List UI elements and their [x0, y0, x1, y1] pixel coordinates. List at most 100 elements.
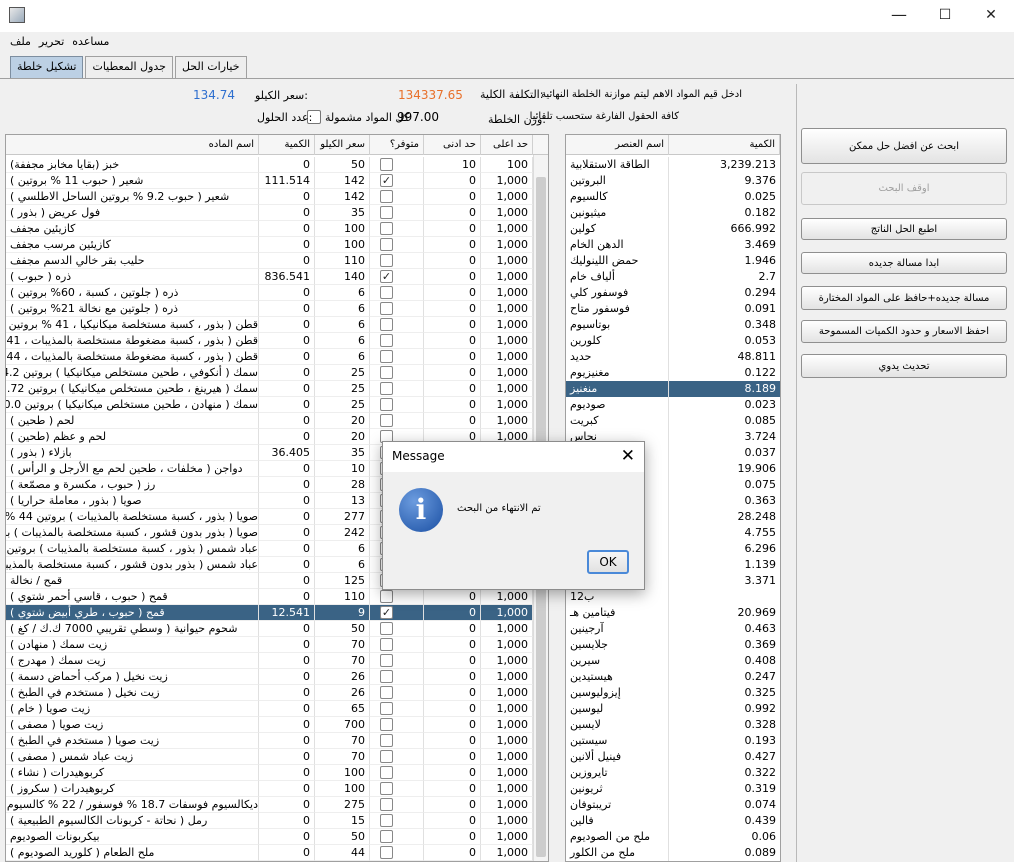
- cell-price[interactable]: 6: [315, 317, 370, 333]
- nutrient-value[interactable]: 0.085: [669, 413, 780, 429]
- nutrient-value[interactable]: [669, 589, 780, 605]
- cell-min[interactable]: 0: [424, 365, 481, 381]
- cell-max[interactable]: 1,000: [481, 669, 533, 685]
- cell-price[interactable]: 110: [315, 589, 370, 605]
- cell-min[interactable]: 0: [424, 605, 481, 621]
- cell-available[interactable]: [370, 589, 424, 605]
- nutrient-value[interactable]: 0.023: [669, 397, 780, 413]
- nutrient-value[interactable]: 0.193: [669, 733, 780, 749]
- cell-available[interactable]: ✓: [370, 269, 424, 285]
- nutrient-row[interactable]: هيستيدين 0.247: [566, 669, 780, 685]
- stop-search-button[interactable]: اوقف البحث: [801, 172, 1007, 205]
- nutrient-row[interactable]: ملح من الصوديوم 0.06: [566, 829, 780, 845]
- cell-max[interactable]: 1,000: [481, 797, 533, 813]
- cell-max[interactable]: 1,000: [481, 765, 533, 781]
- cell-available[interactable]: [370, 205, 424, 221]
- nutrient-row[interactable]: فينيل ألانين 0.427: [566, 749, 780, 765]
- nutrient-row[interactable]: البروتين 9.376: [566, 173, 780, 189]
- nutrient-value[interactable]: 0.074: [669, 797, 780, 813]
- checkbox-checked[interactable]: ✓: [380, 606, 393, 619]
- table-row[interactable]: 1,000 0 25 0 سمك ( منهادن ، طحين مستخلص ميكا…: [6, 397, 533, 413]
- cell-available[interactable]: [370, 845, 424, 861]
- nutrient-value[interactable]: 0.122: [669, 365, 780, 381]
- table-row[interactable]: 1,000 0 70 0 زيت عباد شمس ( مصفى ): [6, 749, 533, 765]
- cell-available[interactable]: [370, 685, 424, 701]
- cell-price[interactable]: 6: [315, 333, 370, 349]
- checkbox-checked[interactable]: ✓: [380, 174, 393, 187]
- table-row[interactable]: 1,000 0 44 0 ملح الطعام ( كلوريد الصوديوم ): [6, 845, 533, 861]
- nutrient-value[interactable]: 0.992: [669, 701, 780, 717]
- cell-price[interactable]: 70: [315, 637, 370, 653]
- nutrient-value[interactable]: 0.089: [669, 845, 780, 861]
- checkbox-unchecked[interactable]: [380, 686, 393, 699]
- cell-min[interactable]: 0: [424, 733, 481, 749]
- menu-file[interactable]: ملف: [10, 35, 31, 48]
- cell-max[interactable]: 1,000: [481, 605, 533, 621]
- nutrient-row[interactable]: مغنيزيوم 0.122: [566, 365, 780, 381]
- table-row[interactable]: 1,000 0 26 0 زيت نخيل ( مركب أحماض دسمة ): [6, 669, 533, 685]
- cell-max[interactable]: 1,000: [481, 365, 533, 381]
- nutrient-value[interactable]: 9.376: [669, 173, 780, 189]
- cell-price[interactable]: 50: [315, 829, 370, 845]
- nutrient-value[interactable]: 0.408: [669, 653, 780, 669]
- nutrient-value[interactable]: 1.139: [669, 557, 780, 573]
- nutrient-row[interactable]: فوسفور متاح 0.091: [566, 301, 780, 317]
- cell-min[interactable]: 0: [424, 717, 481, 733]
- cell-price[interactable]: 110: [315, 253, 370, 269]
- nutrient-row[interactable]: منغنيز 8.189: [566, 381, 780, 397]
- cell-max[interactable]: 1,000: [481, 589, 533, 605]
- cell-available[interactable]: [370, 797, 424, 813]
- col-ingredient-name[interactable]: اسم الماده: [6, 135, 259, 155]
- checkbox-unchecked[interactable]: [380, 286, 393, 299]
- checkbox-unchecked[interactable]: [380, 734, 393, 747]
- nutrient-value[interactable]: 0.369: [669, 637, 780, 653]
- nutrient-value[interactable]: 6.296: [669, 541, 780, 557]
- cell-available[interactable]: [370, 701, 424, 717]
- nutrient-row[interactable]: الطاقة الاستقلابية 3,239.213: [566, 157, 780, 173]
- nutrient-value[interactable]: 3,239.213: [669, 157, 780, 173]
- cell-max[interactable]: 1,000: [481, 685, 533, 701]
- nutrient-row[interactable]: ملح من الكلور 0.089: [566, 845, 780, 861]
- table-row[interactable]: 1,000 0 25 0 سمك ( هيرينغ ، طحين مستخلص ميكا…: [6, 381, 533, 397]
- checkbox-unchecked[interactable]: [380, 350, 393, 363]
- table-row[interactable]: 1,000 0 26 0 زيت نخيل ( مستخدم في الطبخ ): [6, 685, 533, 701]
- checkbox-unchecked[interactable]: [380, 158, 393, 171]
- cell-available[interactable]: [370, 253, 424, 269]
- checkbox-unchecked[interactable]: [380, 206, 393, 219]
- table-row[interactable]: 1,000 0 6 0 ذره ( جلوتين مع نخالة 21% بروتين…: [6, 301, 533, 317]
- checkbox-unchecked[interactable]: [380, 334, 393, 347]
- nutrient-value[interactable]: 8.189: [669, 381, 780, 397]
- cell-max[interactable]: 1,000: [481, 285, 533, 301]
- cell-price[interactable]: 277: [315, 509, 370, 525]
- cell-available[interactable]: [370, 221, 424, 237]
- cell-min[interactable]: 0: [424, 813, 481, 829]
- nutrient-value[interactable]: 19.906: [669, 461, 780, 477]
- checkbox-unchecked[interactable]: [380, 638, 393, 651]
- cell-price[interactable]: 242: [315, 525, 370, 541]
- checkbox-unchecked[interactable]: [380, 238, 393, 251]
- dialog-close-icon[interactable]: ✕: [621, 446, 635, 466]
- col-quantity[interactable]: الكمية: [259, 135, 315, 155]
- cell-price[interactable]: 125: [315, 573, 370, 589]
- table-row[interactable]: 1,000 0 ✓ 9 12.541 قمح ( حبوب ، طري أبيض شتوي…: [6, 605, 533, 621]
- nutrient-row[interactable]: حمض اللينوليك 1.946: [566, 253, 780, 269]
- cell-price[interactable]: 6: [315, 301, 370, 317]
- nutrient-value[interactable]: 48.811: [669, 349, 780, 365]
- cell-min[interactable]: 0: [424, 685, 481, 701]
- checkbox-unchecked[interactable]: [380, 366, 393, 379]
- cell-min[interactable]: 0: [424, 317, 481, 333]
- cell-min[interactable]: 0: [424, 637, 481, 653]
- cell-available[interactable]: ✓: [370, 605, 424, 621]
- cell-price[interactable]: 140: [315, 269, 370, 285]
- checkbox-unchecked[interactable]: [380, 190, 393, 203]
- cell-min[interactable]: 0: [424, 301, 481, 317]
- nutrient-row[interactable]: آرجينين 0.463: [566, 621, 780, 637]
- cell-min[interactable]: 0: [424, 253, 481, 269]
- cell-available[interactable]: [370, 765, 424, 781]
- table-row[interactable]: 1,000 0 70 0 زيت سمك ( منهادن ): [6, 637, 533, 653]
- nutrient-value[interactable]: 28.248: [669, 509, 780, 525]
- checkbox-checked[interactable]: ✓: [380, 270, 393, 283]
- table-row[interactable]: 1,000 0 6 0 قطن ( بذور ، كسبة مستخلصة ميكاني…: [6, 317, 533, 333]
- cell-max[interactable]: 1,000: [481, 397, 533, 413]
- cell-max[interactable]: 1,000: [481, 189, 533, 205]
